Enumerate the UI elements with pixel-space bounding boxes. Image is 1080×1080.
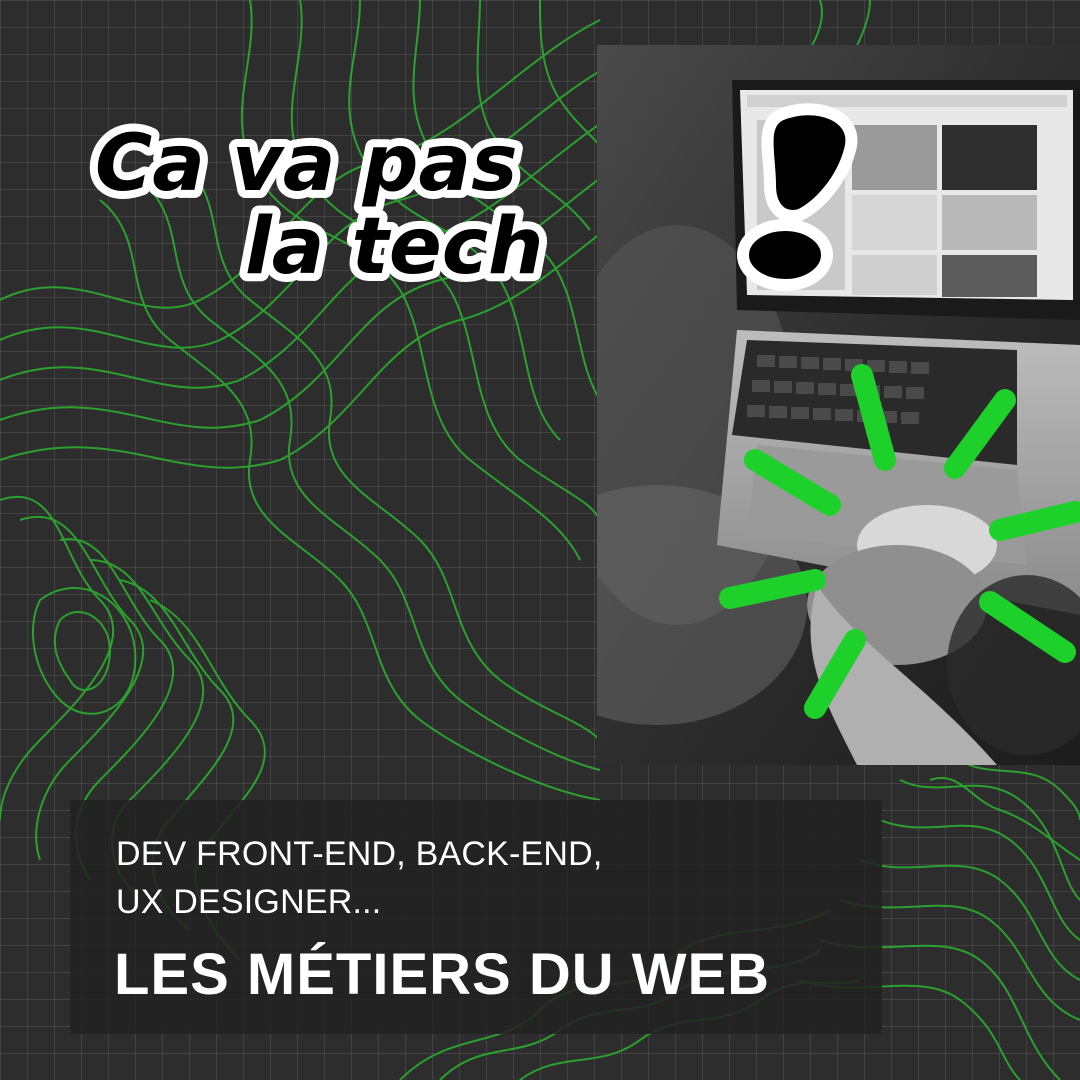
headline: LES MÉTIERS DU WEB	[114, 942, 771, 1007]
logo-line1: Ca va pas	[95, 119, 518, 209]
exclamation-icon	[737, 103, 858, 291]
poster-canvas: Ca va pas la tech DEV FRONT-END, BACK-EN…	[0, 0, 1080, 1080]
subtitle-line1: DEV FRONT-END, BACK-END,	[116, 835, 603, 873]
logo-line2: la tech	[245, 202, 543, 292]
subtitle-line2: UX DESIGNER...	[116, 883, 382, 921]
caption-subtitle: DEV FRONT-END, BACK-END, UX DESIGNER...	[116, 830, 836, 926]
caption-panel: DEV FRONT-END, BACK-END, UX DESIGNER... …	[70, 800, 882, 1034]
show-logo: Ca va pas la tech	[87, 103, 858, 295]
sparkle-burst-icon	[719, 364, 1080, 719]
